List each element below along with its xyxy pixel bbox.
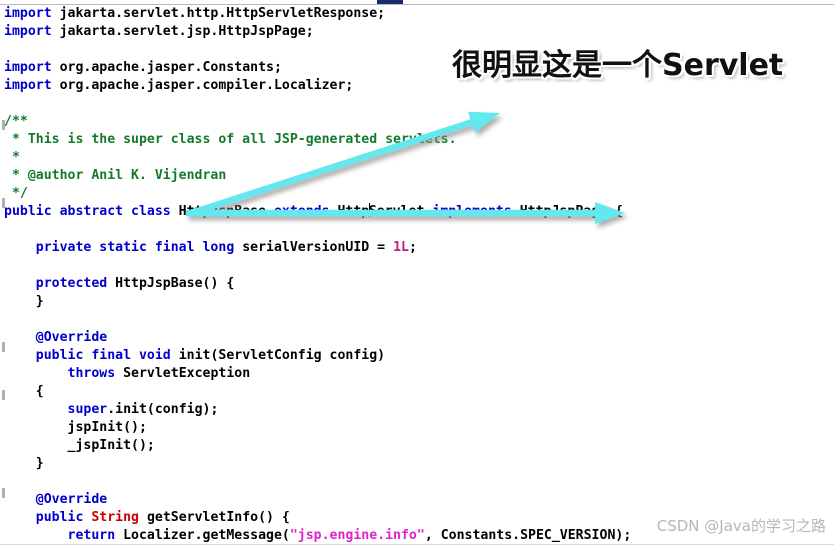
code-line[interactable]: protected HttpJspBase() { <box>0 275 834 293</box>
code-token: @Override <box>35 492 108 507</box>
code-line[interactable]: } <box>0 293 834 311</box>
code-line[interactable] <box>0 257 834 275</box>
code-token: extends <box>273 204 330 219</box>
code-token: Localizer.getMessage( <box>115 528 290 543</box>
code-line[interactable] <box>0 311 834 329</box>
code-line[interactable]: * This is the super class of all JSP-gen… <box>0 131 834 149</box>
code-line[interactable]: { <box>0 383 834 401</box>
code-token: serialVersionUID = <box>234 240 394 255</box>
code-token: } <box>4 294 44 309</box>
code-token: ; <box>408 240 417 255</box>
code-content[interactable]: import jakarta.servlet.http.HttpServletR… <box>0 5 834 544</box>
code-line[interactable] <box>0 473 834 491</box>
code-token: , Constants.SPEC_VERSION); <box>424 528 632 543</box>
code-token: private static final long <box>35 240 235 255</box>
code-token: HttpJspPage { <box>511 204 623 219</box>
code-line[interactable]: super.init(config); <box>0 401 834 419</box>
code-line[interactable]: public final void init(ServletConfig con… <box>0 347 834 365</box>
code-line[interactable]: @Override <box>0 491 834 509</box>
code-token: HttpJspBase() { <box>107 276 235 291</box>
code-token: import <box>4 24 52 39</box>
code-line[interactable]: * <box>0 149 834 167</box>
code-token: @Override <box>35 330 108 345</box>
code-line[interactable]: private static final long serialVersionU… <box>0 239 834 257</box>
code-token: jspInit(); <box>4 420 147 435</box>
code-token: } <box>4 456 44 471</box>
code-token: Http <box>329 204 370 219</box>
code-token: protected <box>35 276 108 291</box>
code-token: getServletInfo() { <box>139 510 290 525</box>
code-token: jakarta.servlet.http.HttpServletResponse… <box>51 6 386 21</box>
code-line[interactable]: _jspInit(); <box>0 437 834 455</box>
code-line[interactable]: */ <box>0 185 834 203</box>
code-line[interactable]: throws ServletException <box>0 365 834 383</box>
code-token: Servlet <box>368 204 433 219</box>
code-token: init(ServletConfig config) <box>170 348 386 363</box>
code-token: * @author Anil K. Vijendran <box>4 168 227 183</box>
code-token: ServletException <box>115 366 251 381</box>
code-line[interactable] <box>0 95 834 113</box>
code-line[interactable]: public abstract class HttpJspBase extend… <box>0 203 834 221</box>
code-token: public <box>35 510 84 525</box>
code-token: return <box>67 528 116 543</box>
code-token: throws <box>67 366 116 381</box>
code-editor-screenshot: import jakarta.servlet.http.HttpServletR… <box>0 0 834 545</box>
code-token: /** <box>4 114 28 129</box>
code-token: HttpJspBase <box>170 204 274 219</box>
code-token: org.apache.jasper.compiler.Localizer; <box>51 78 354 93</box>
code-token: public final void <box>35 348 171 363</box>
annotation-text: 很明显这是一个Servlet <box>452 48 784 83</box>
code-token: 1L <box>393 240 409 255</box>
code-token: * <box>4 150 20 165</box>
code-token: org.apache.jasper.Constants; <box>51 60 282 75</box>
code-line[interactable]: import jakarta.servlet.http.HttpServletR… <box>0 5 834 23</box>
code-line[interactable]: jspInit(); <box>0 419 834 437</box>
code-token: public abstract class <box>4 204 171 219</box>
csdn-watermark: CSDN @Java的学习之路 <box>656 517 826 535</box>
code-token: .init(config); <box>107 402 219 417</box>
code-line[interactable]: @Override <box>0 329 834 347</box>
code-token: import <box>4 60 52 75</box>
code-token: implements <box>432 204 512 219</box>
scrollbar-thumb[interactable] <box>377 0 403 4</box>
code-token: * This is the super class of all JSP-gen… <box>4 132 457 147</box>
code-token: jakarta.servlet.jsp.HttpJspPage; <box>51 24 314 39</box>
code-line[interactable]: * @author Anil K. Vijendran <box>0 167 834 185</box>
code-token: _jspInit(); <box>4 438 155 453</box>
code-token: { <box>4 384 44 399</box>
code-line[interactable]: import jakarta.servlet.jsp.HttpJspPage; <box>0 23 834 41</box>
code-line[interactable]: } <box>0 455 834 473</box>
code-token: super <box>67 402 108 417</box>
code-token: */ <box>4 186 28 201</box>
code-token: import <box>4 6 52 21</box>
code-line[interactable]: /** <box>0 113 834 131</box>
code-token: String <box>91 510 139 525</box>
code-line[interactable] <box>0 221 834 239</box>
code-token: "jsp.engine.info" <box>289 528 425 543</box>
code-token: import <box>4 78 52 93</box>
